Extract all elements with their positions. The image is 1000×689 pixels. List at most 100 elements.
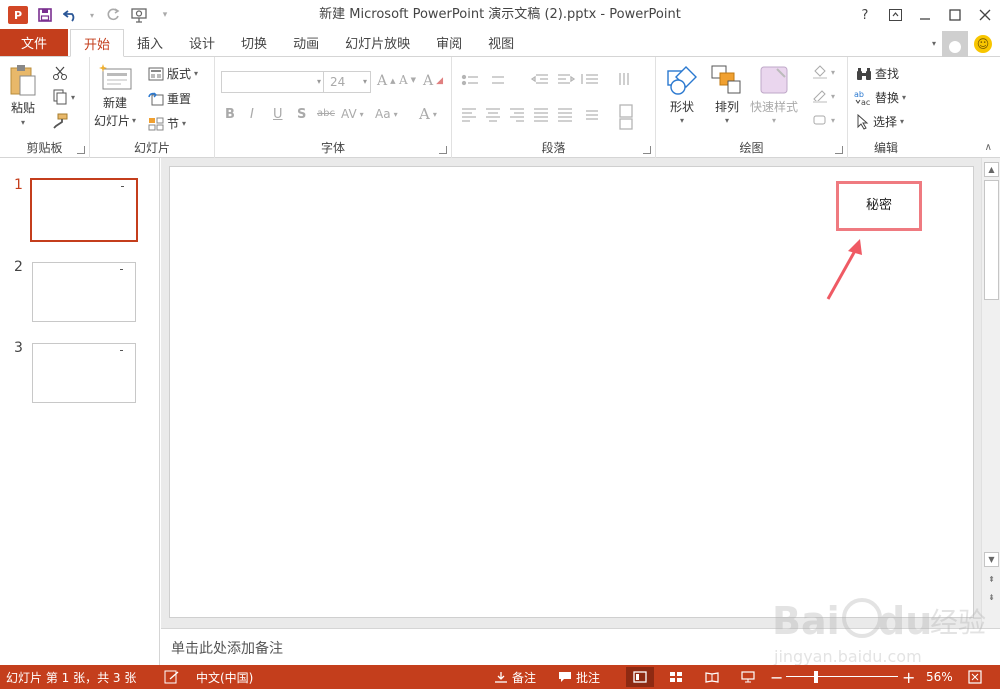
language-status[interactable]: 中文(中国): [196, 665, 253, 689]
shapes-button[interactable]: 形状 ▾: [664, 63, 700, 125]
maximize-button[interactable]: [940, 0, 970, 30]
notes-pane[interactable]: 单击此处添加备注: [161, 628, 1000, 665]
layout-button[interactable]: 版式 ▾: [148, 65, 198, 82]
clear-formatting-button[interactable]: A ◢: [423, 73, 443, 89]
font-name-combo[interactable]: ▾: [221, 71, 325, 93]
scroll-down-button[interactable]: ▼: [984, 552, 999, 567]
tab-slideshow[interactable]: 幻灯片放映: [332, 29, 423, 56]
zoom-out-button[interactable]: −: [770, 665, 783, 689]
help-button[interactable]: ?: [850, 0, 880, 30]
avatar[interactable]: [942, 30, 968, 57]
shrink-font-button[interactable]: A ▼: [399, 73, 416, 87]
reset-button[interactable]: 重置: [148, 90, 191, 107]
tab-home[interactable]: 开始: [70, 29, 125, 57]
vertical-scrollbar[interactable]: ▲ ▼ ⇞ ⇟: [981, 158, 1000, 628]
slide-thumbnail-3[interactable]: [32, 343, 136, 403]
scroll-up-button[interactable]: ▲: [984, 162, 999, 177]
grow-font-button[interactable]: A ▲: [377, 73, 396, 89]
text-direction-button[interactable]: [616, 69, 636, 87]
cut-button[interactable]: [52, 65, 68, 81]
shape-outline-button[interactable]: ▾: [812, 89, 835, 103]
columns-button[interactable]: [584, 107, 602, 125]
strikethrough-button[interactable]: abc: [317, 108, 335, 119]
powerpoint-logo-icon[interactable]: P: [8, 6, 28, 24]
quick-styles-button[interactable]: 快速样式 ▾: [750, 63, 798, 125]
shape-effects-button[interactable]: ▾: [812, 113, 835, 127]
justify-button[interactable]: [532, 107, 550, 125]
tab-file[interactable]: 文件: [0, 29, 68, 56]
copy-button[interactable]: ▾: [52, 89, 75, 105]
slide-textbox[interactable]: 秘密: [836, 181, 922, 231]
customize-qat-icon[interactable]: ▾: [156, 6, 174, 24]
underline-button[interactable]: U: [273, 107, 283, 122]
scroll-thumb[interactable]: [984, 180, 999, 300]
account-dropdown-icon[interactable]: ▾: [932, 39, 936, 48]
font-color-button[interactable]: A ▾: [419, 105, 437, 123]
tab-review[interactable]: 审阅: [423, 29, 475, 56]
zoom-level[interactable]: 56%: [926, 665, 953, 689]
character-spacing-button[interactable]: AV ▾: [341, 107, 364, 121]
new-slide-button[interactable]: 新建 幻灯片 ▾: [94, 63, 136, 129]
increase-indent-button[interactable]: [556, 71, 578, 89]
slideshow-view-button[interactable]: [734, 667, 762, 687]
save-icon[interactable]: [36, 6, 54, 24]
slide-thumbnail-2[interactable]: [32, 262, 136, 322]
shadow-button[interactable]: S: [297, 107, 306, 122]
undo-icon[interactable]: [62, 6, 80, 24]
tab-transitions[interactable]: 切换: [228, 29, 280, 56]
font-launcher-icon[interactable]: [439, 146, 447, 154]
redo-icon[interactable]: [104, 6, 122, 24]
paste-button[interactable]: 粘贴 ▾: [8, 63, 38, 127]
collapse-ribbon-icon[interactable]: ∧: [985, 142, 992, 153]
bullets-button[interactable]: [458, 71, 488, 89]
format-painter-button[interactable]: [52, 113, 68, 129]
align-center-button[interactable]: [484, 107, 502, 125]
tab-insert[interactable]: 插入: [124, 29, 176, 56]
feedback-smiley-icon[interactable]: ☺: [974, 34, 992, 53]
distributed-button[interactable]: [556, 107, 574, 125]
normal-view-button[interactable]: [626, 667, 654, 687]
slide-sorter-view-button[interactable]: [662, 667, 690, 687]
select-button[interactable]: 选择 ▾: [856, 113, 904, 130]
bold-button[interactable]: B: [225, 107, 235, 122]
zoom-slider-track[interactable]: [786, 676, 898, 677]
drawing-launcher-icon[interactable]: [835, 146, 843, 154]
next-slide-button[interactable]: ⇟: [984, 590, 999, 605]
find-button[interactable]: 查找: [856, 65, 899, 82]
comments-toggle-button[interactable]: 批注: [558, 665, 600, 689]
zoom-in-button[interactable]: +: [902, 665, 915, 689]
font-size-combo[interactable]: 24 ▾: [323, 71, 371, 93]
clipboard-launcher-icon[interactable]: [77, 146, 85, 154]
align-right-button[interactable]: [508, 107, 526, 125]
zoom-slider-thumb[interactable]: [814, 671, 818, 683]
ribbon-display-options-button[interactable]: [880, 0, 910, 30]
line-spacing-button[interactable]: [580, 71, 606, 89]
minimize-button[interactable]: [910, 0, 940, 30]
replace-button[interactable]: ab ac 替换 ▾: [854, 89, 906, 106]
paragraph-launcher-icon[interactable]: [643, 146, 651, 154]
align-left-button[interactable]: [460, 107, 478, 125]
shape-fill-button[interactable]: ▾: [812, 65, 835, 79]
notes-toggle-button[interactable]: 备注: [494, 665, 536, 689]
section-button[interactable]: 节 ▾: [148, 115, 186, 132]
decrease-indent-button[interactable]: [530, 71, 552, 89]
tab-animations[interactable]: 动画: [280, 29, 332, 56]
reading-view-button[interactable]: [698, 667, 726, 687]
start-from-beginning-icon[interactable]: [130, 6, 148, 24]
fit-slide-button[interactable]: [968, 665, 982, 689]
previous-slide-button[interactable]: ⇞: [984, 572, 999, 587]
close-button[interactable]: [970, 0, 1000, 30]
current-slide[interactable]: 秘密: [169, 166, 974, 618]
numbering-button[interactable]: [490, 71, 520, 89]
undo-dropdown-icon[interactable]: ▾: [88, 6, 96, 24]
change-case-button[interactable]: Aa ▾: [375, 107, 398, 121]
italic-button[interactable]: I: [250, 107, 254, 122]
tab-view[interactable]: 视图: [475, 29, 527, 56]
spelling-status[interactable]: [164, 665, 180, 689]
align-text-button[interactable]: [618, 103, 636, 117]
slide-thumbnail-1[interactable]: [30, 178, 138, 242]
slide-count-status[interactable]: 幻灯片 第 1 张，共 3 张: [6, 665, 136, 689]
tab-design[interactable]: 设计: [176, 29, 228, 56]
smartart-button[interactable]: [618, 118, 636, 130]
arrange-button[interactable]: 排列 ▾: [710, 63, 744, 125]
